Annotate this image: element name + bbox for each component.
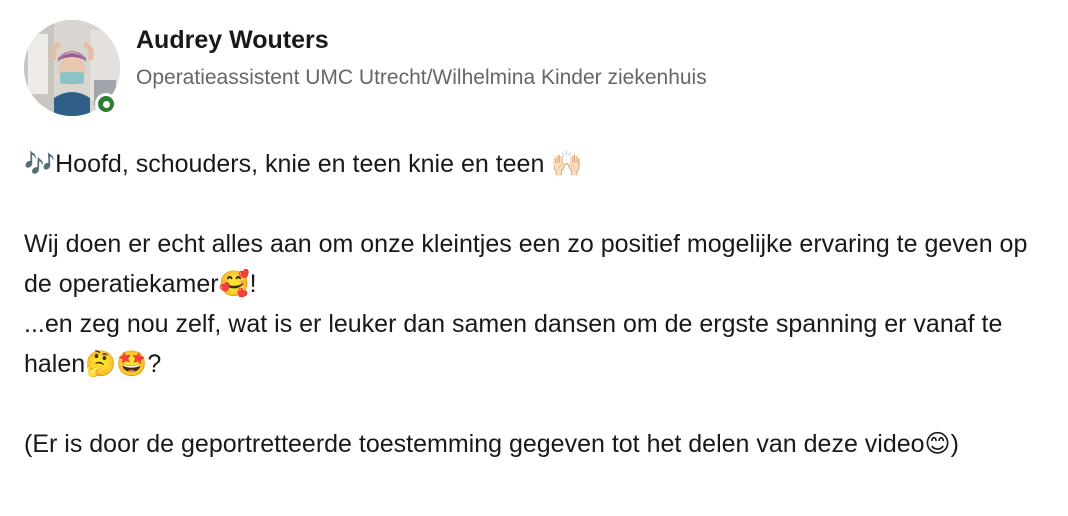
post-text-paragraph-2: Wij doen er echt alles aan om onze klein… — [24, 230, 1035, 298]
author-headline: Operatieassistent UMC Utrecht/Wilhelmina… — [136, 66, 707, 89]
post-text-paragraph-3: ...en zeg nou zelf, wat is er leuker dan… — [24, 310, 1010, 378]
post-text: 🎶Hoofd, schouders, knie en teen knie en … — [24, 144, 1054, 464]
online-status-indicator — [95, 93, 117, 115]
post-text-paragraph-4: (Er is door de geportretteerde toestemmi… — [24, 430, 959, 458]
post-text-line-1: 🎶Hoofd, schouders, knie en teen knie en … — [24, 150, 583, 178]
author-name[interactable]: Audrey Wouters — [136, 26, 329, 55]
online-status-dot-icon — [98, 96, 114, 112]
post-header: Audrey Wouters Operatieassistent UMC Utr… — [24, 20, 1044, 120]
